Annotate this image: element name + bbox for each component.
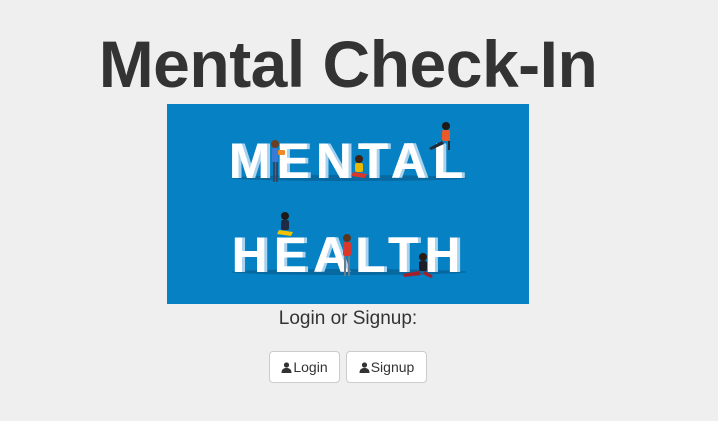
- landing-page: Mental Check-In MENTAL MENTAL HEALTH HEA…: [0, 0, 718, 421]
- person-figure: [277, 212, 293, 236]
- user-icon: [359, 361, 370, 373]
- signup-button[interactable]: Signup: [346, 351, 427, 383]
- auth-buttons: Login Signup: [269, 351, 427, 383]
- signup-button-label: Signup: [370, 359, 415, 375]
- login-button-label: Login: [293, 359, 328, 375]
- user-icon: [281, 361, 292, 373]
- login-button[interactable]: Login: [269, 351, 340, 383]
- page-title: Mental Check-In: [98, 27, 598, 101]
- hero-line-1-front: MENTAL: [229, 133, 470, 189]
- login-prompt: Login or Signup:: [278, 308, 418, 329]
- mental-health-banner: MENTAL MENTAL HEALTH HEALTH: [167, 104, 529, 304]
